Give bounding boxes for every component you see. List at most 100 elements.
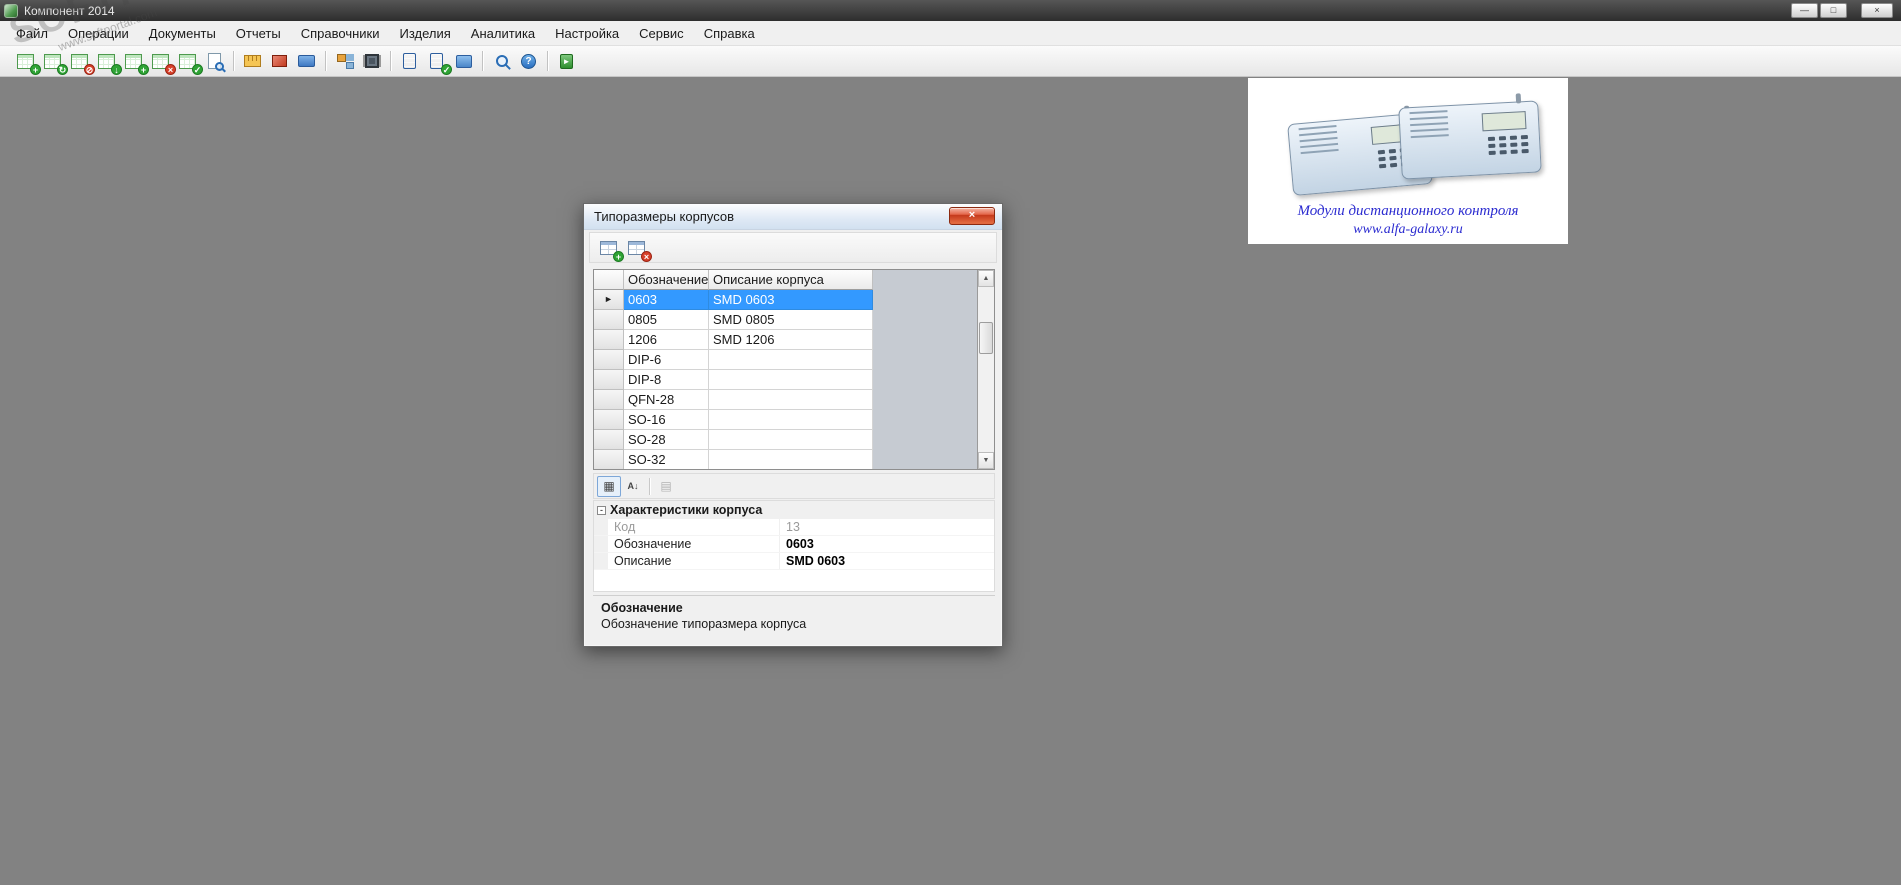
menu-documents[interactable]: Документы [139,21,226,45]
scroll-down-button[interactable]: ▼ [978,452,994,469]
categorized-view-button[interactable]: ▦ [597,475,621,497]
cell-designation[interactable]: DIP-8 [624,370,709,390]
cell-description[interactable] [709,450,873,469]
property-value[interactable]: 0603 [780,537,994,551]
document-search-button[interactable] [201,49,228,74]
delete-record-button[interactable]: × [622,235,652,262]
cell-designation[interactable]: 0603 [624,290,709,310]
property-row[interactable]: Обозначение 0603 [594,536,994,553]
add-record-button[interactable]: + [594,235,624,262]
box-icon [272,55,287,67]
exit-button[interactable]: ► [553,49,580,74]
ruler-button[interactable] [239,49,266,74]
row-selector-cell[interactable] [594,390,624,410]
minimize-button[interactable]: — [1791,3,1818,18]
row-selector-cell[interactable]: ► [594,290,624,310]
window-titlebar[interactable]: Компонент 2014 — □ × [0,0,1901,21]
row-selector-cell[interactable] [594,370,624,390]
row-selector-cell[interactable] [594,350,624,370]
row-selector-cell[interactable] [594,330,624,350]
table-row[interactable]: SO-28 [594,430,994,450]
menu-directories[interactable]: Справочники [291,21,390,45]
table-row[interactable]: 1206 SMD 1206 [594,330,994,350]
document-search-icon [208,53,224,71]
scrollbar-thumb[interactable] [979,322,993,354]
menu-operations[interactable]: Операции [58,21,139,45]
magnifier-icon [215,62,224,71]
chip-button[interactable] [358,49,385,74]
cabinet-button[interactable] [396,49,423,74]
property-category-row[interactable]: - Характеристики корпуса [594,501,994,519]
calendar-check-button[interactable]: ✓ [174,49,203,75]
cell-description[interactable] [709,370,873,390]
computer-button[interactable] [450,49,477,74]
row-selector-cell[interactable] [594,430,624,450]
menu-analytics[interactable]: Аналитика [461,21,545,45]
cell-description[interactable]: SMD 0603 [709,290,873,310]
row-selector-cell[interactable] [594,310,624,330]
scroll-up-button[interactable]: ▲ [978,270,994,287]
column-header-description[interactable]: Описание корпуса [709,270,873,290]
cell-description[interactable]: SMD 0805 [709,310,873,330]
menu-products[interactable]: Изделия [390,21,461,45]
table-row[interactable]: 0805 SMD 0805 [594,310,994,330]
dialog-titlebar[interactable]: Типоразмеры корпусов × [584,204,1002,230]
calendar-cancel-button[interactable]: × [147,49,176,75]
ad-banner: Модули дистанционного контроля www.alfa-… [1248,78,1568,244]
property-row[interactable]: Описание SMD 0603 [594,553,994,570]
tree-button[interactable] [331,49,358,74]
menu-reports[interactable]: Отчеты [226,21,291,45]
cell-description[interactable] [709,350,873,370]
calendar-download-button[interactable]: ↓ [93,49,122,75]
maximize-button[interactable]: □ [1820,3,1847,18]
column-header-designation[interactable]: Обозначение [624,270,709,290]
device-keypad [1487,134,1530,156]
calendar-add-2-button[interactable]: + [120,49,149,75]
collapse-icon[interactable]: - [597,505,606,515]
cell-designation[interactable]: SO-32 [624,450,709,469]
table-row[interactable]: DIP-8 [594,370,994,390]
cell-description[interactable] [709,410,873,430]
calendar-block-button[interactable]: ⊘ [66,49,95,75]
table-row[interactable]: SO-16 [594,410,994,430]
search-info-button[interactable] [488,49,515,74]
cell-description[interactable]: SMD 1206 [709,330,873,350]
table-row[interactable]: ► 0603 SMD 0603 [594,290,994,310]
row-selector-cell[interactable] [594,410,624,430]
cabinet-check-button[interactable]: ✓ [423,49,452,75]
menu-settings[interactable]: Настройка [545,21,629,45]
row-selector-cell[interactable] [594,450,624,469]
dialog-close-button[interactable]: × [949,207,995,225]
cell-designation[interactable]: 1206 [624,330,709,350]
ruler-icon [244,55,261,67]
calendar-add-button[interactable]: + [12,49,41,75]
box-button[interactable] [266,49,293,74]
table-row[interactable]: SO-32 [594,450,994,469]
cell-designation[interactable]: DIP-6 [624,350,709,370]
menu-help[interactable]: Справка [694,21,765,45]
cell-designation[interactable]: QFN-28 [624,390,709,410]
toolbar-separator [649,477,650,495]
cell-designation[interactable]: SO-16 [624,410,709,430]
help-button[interactable]: ? [515,49,542,74]
menu-bar: Файл Операции Документы Отчеты Справочни… [0,21,1901,46]
cell-description[interactable] [709,430,873,450]
table-row[interactable]: DIP-6 [594,350,994,370]
device-image-right [1398,93,1542,180]
sort-alphabetical-button[interactable]: A↓ [621,476,645,497]
vertical-scrollbar[interactable]: ▲ ▼ [977,270,994,469]
table-row[interactable]: QFN-28 [594,390,994,410]
cell-designation[interactable]: SO-28 [624,430,709,450]
calendar-refresh-button[interactable]: ↻ [39,49,68,75]
menu-file[interactable]: Файл [6,21,58,45]
cell-description[interactable] [709,390,873,410]
table-corner-cell[interactable] [594,270,624,290]
search-info-icon [495,55,508,67]
cell-designation[interactable]: 0805 [624,310,709,330]
truck-button[interactable] [293,49,320,74]
close-button[interactable]: × [1861,3,1893,18]
property-value[interactable]: SMD 0603 [780,554,994,568]
menu-service[interactable]: Сервис [629,21,694,45]
property-row[interactable]: Код 13 [594,519,994,536]
help-text: Обозначение типоразмера корпуса [601,617,807,631]
